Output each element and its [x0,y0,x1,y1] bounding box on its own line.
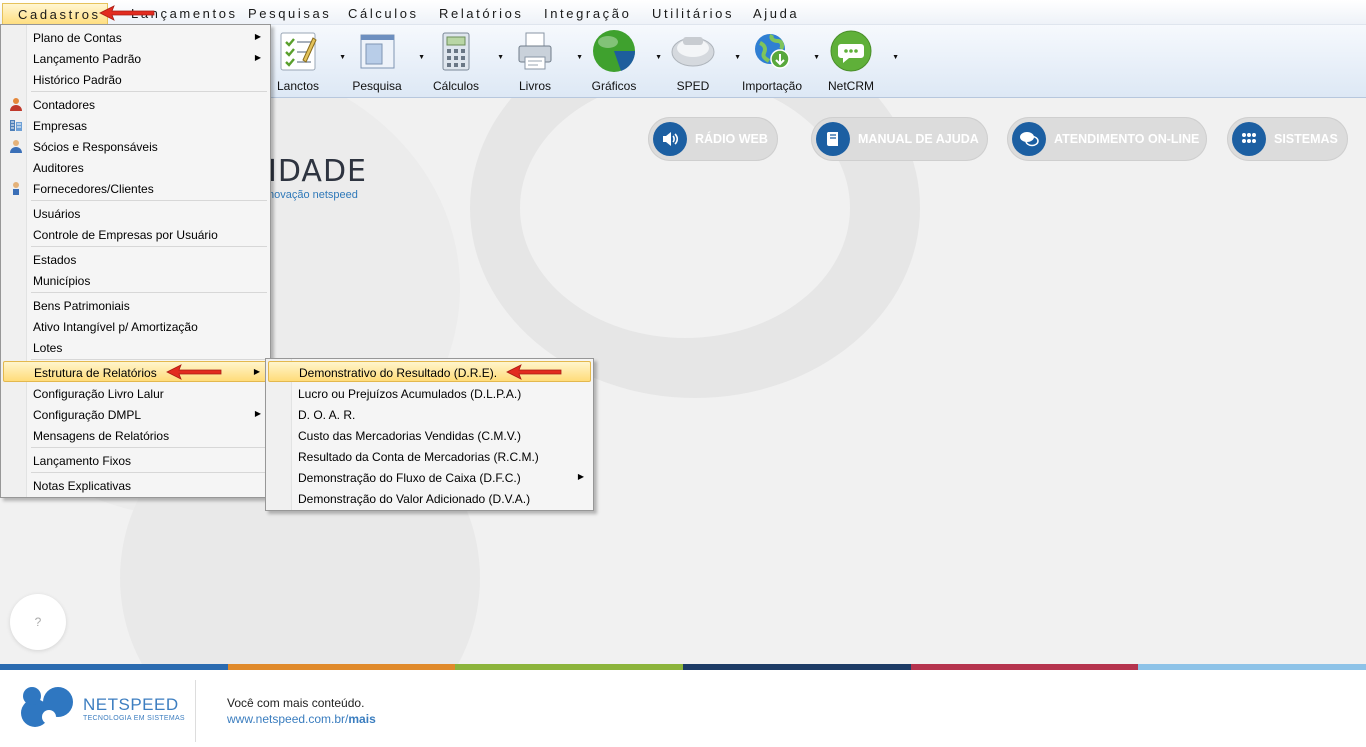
pie-chart-icon [591,28,637,74]
menu-item-lancamento-padrao[interactable]: Lançamento Padrão ▶ [3,48,268,69]
menu-item-estrutura-de-relatorios[interactable]: Estrutura de Relatórios ▶ [3,361,268,382]
toolbar-calculos-button[interactable]: Cálculos ▼ [416,28,504,96]
menu-item-contadores[interactable]: Contadores [3,94,268,115]
menu-item-controle-empresas[interactable]: Controle de Empresas por Usuário [3,224,268,245]
netspeed-logo-icon [21,687,73,727]
person-icon [10,98,22,111]
menu-ajuda[interactable]: Ajuda [753,6,799,21]
menu-item-lotes[interactable]: Lotes [3,337,268,358]
menu-bar: Cadastros Lançamentos Pesquisas Cálculos… [0,0,1366,25]
menu-integracao[interactable]: Integração [544,6,631,21]
menu-separator [31,292,267,293]
submenu-item-rcm[interactable]: Resultado da Conta de Mercadorias (R.C.M… [268,446,591,467]
footer-message: Você com mais conteúdo. [227,696,365,710]
calculator-icon [433,28,479,74]
submenu-item-dlpa[interactable]: Lucro ou Prejuízos Acumulados (D.L.P.A.) [268,383,591,404]
checklist-icon [275,28,321,74]
menu-item-config-livro-lalur[interactable]: Configuração Livro Lalur [3,383,268,404]
annotation-arrow-icon [99,5,155,21]
menu-item-plano-de-contas[interactable]: Plano de Contas ▶ [3,27,268,48]
help-bubble-button[interactable]: ? [10,594,66,650]
supplier-icon [13,182,19,195]
toolbar-livros-button[interactable]: Livros ▼ [495,28,583,96]
footer-tagline: TECNOLOGIA EM SISTEMAS [83,715,185,722]
menu-separator [31,447,267,448]
toolbar-netcrm-button[interactable]: NetCRM ▼ [811,28,899,96]
submenu-arrow-icon: ▶ [254,53,261,62]
menu-item-usuarios[interactable]: Usuários [3,203,268,224]
menu-item-notas-explicativas[interactable]: Notas Explicativas [3,475,268,496]
partners-icon [10,140,22,153]
menu-pesquisas[interactable]: Pesquisas [248,6,331,21]
menu-separator [31,359,267,360]
sistemas-button[interactable]: SISTEMAS [1227,117,1348,161]
grid-icon [1232,122,1266,156]
annotation-arrow-icon [166,364,222,380]
dropdown-caret-icon[interactable]: ▼ [892,54,899,61]
radio-web-button[interactable]: RÁDIO WEB [648,117,778,161]
toolbar-sped-button[interactable]: SPED ▼ [653,28,741,96]
menu-relatorios[interactable]: Relatórios [439,6,524,21]
footer-divider [195,680,196,742]
speaker-icon [653,122,687,156]
menu-separator [31,472,267,473]
submenu-arrow-icon: ▶ [254,32,261,41]
logo-subtitle: novação netspeed [268,189,358,201]
atendimento-online-button[interactable]: ATENDIMENTO ON-LINE [1007,117,1207,161]
logo-text: IDADE [268,154,367,189]
footer: NETSPEED TECNOLOGIA EM SISTEMAS Você com… [0,670,1366,747]
annotation-arrow-icon [506,364,562,380]
submenu-arrow-icon: ▶ [577,472,584,481]
sped-icon [670,28,716,74]
menu-item-socios[interactable]: Sócios e Responsáveis [3,136,268,157]
menu-item-fornecedores-clientes[interactable]: Fornecedores/Clientes [3,178,268,199]
footer-brand: NETSPEED [83,695,179,714]
submenu-item-doar[interactable]: D. O. A. R. [268,404,591,425]
estrutura-relatorios-submenu: Demonstrativo do Resultado (D.R.E). Lucr… [265,358,594,511]
menu-item-bens-patrimoniais[interactable]: Bens Patrimoniais [3,295,268,316]
window-icon [354,28,400,74]
submenu-item-dfc[interactable]: Demonstração do Fluxo de Caixa (D.F.C.) ▶ [268,467,591,488]
book-icon [816,122,850,156]
menu-separator [31,91,267,92]
cadastros-dropdown: Plano de Contas ▶ Lançamento Padrão ▶ Hist… [0,24,271,498]
submenu-item-cmv[interactable]: Custo das Mercadorias Vendidas (C.M.V.) [268,425,591,446]
menu-item-ativo-intangivel[interactable]: Ativo Intangível p/ Amortização [3,316,268,337]
speech-bubble-icon [828,28,874,74]
toolbar-graficos-button[interactable]: Gráficos ▼ [574,28,662,96]
menu-separator [31,246,267,247]
menu-item-historico-padrao[interactable]: Histórico Padrão [3,69,268,90]
menu-item-auditores[interactable]: Auditores [3,157,268,178]
menu-cadastros[interactable]: Cadastros [2,3,108,24]
footer-link[interactable]: www.netspeed.com.br/mais [227,712,376,726]
menu-item-municipios[interactable]: Municípios [3,270,268,291]
submenu-arrow-icon: ▶ [253,367,260,376]
menu-item-mensagens-relatorios[interactable]: Mensagens de Relatórios [3,425,268,446]
menu-separator [31,200,267,201]
printer-icon [512,28,558,74]
menu-item-estados[interactable]: Estados [3,249,268,270]
submenu-arrow-icon: ▶ [254,409,261,418]
toolbar-pesquisa-button[interactable]: Pesquisa ▼ [337,28,425,96]
menu-item-lancamento-fixos[interactable]: Lançamento Fixos [3,450,268,471]
submenu-item-dva[interactable]: Demonstração do Valor Adicionado (D.V.A.… [268,488,591,509]
menu-utilitarios[interactable]: Utilitários [652,6,734,21]
menu-item-config-dmpl[interactable]: Configuração DMPL ▶ [3,404,268,425]
menu-item-empresas[interactable]: Empresas [3,115,268,136]
toolbar-importacao-button[interactable]: Importação ▼ [732,28,820,96]
globe-download-icon [749,28,795,74]
chat-icon [1012,122,1046,156]
manual-de-ajuda-button[interactable]: MANUAL DE AJUDA [811,117,988,161]
building-icon [10,120,22,131]
menu-calculos[interactable]: Cálculos [348,6,419,21]
